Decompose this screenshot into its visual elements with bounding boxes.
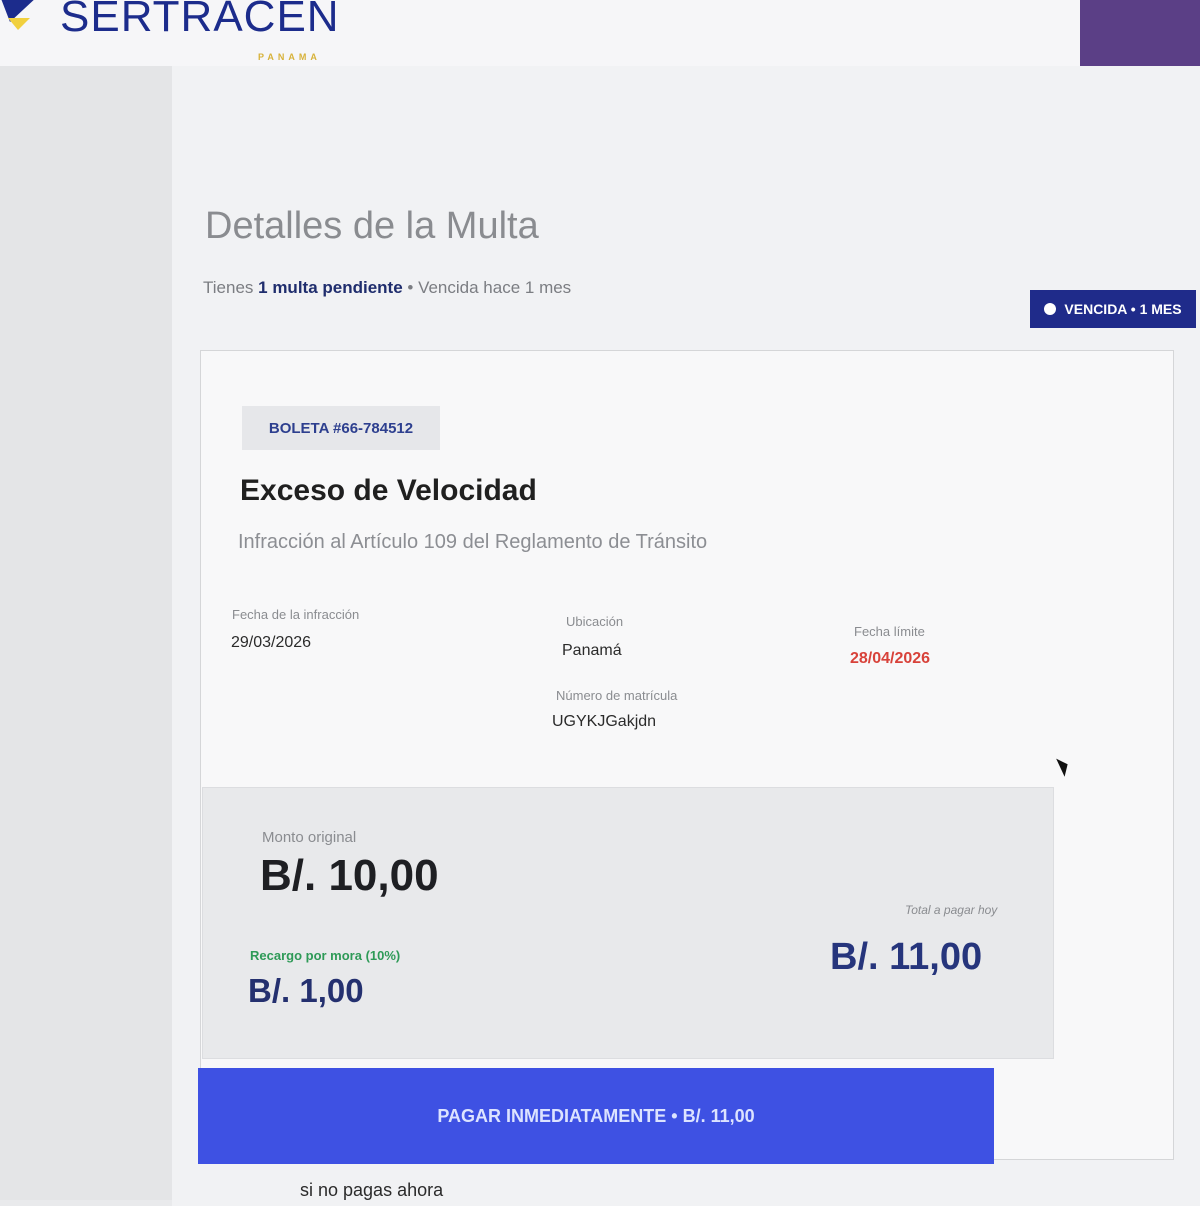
plate-value: UGYKJGakjdn bbox=[552, 713, 657, 730]
total-label: Total a pagar hoy bbox=[905, 903, 998, 917]
summary-suffix: • Vencida hace 1 mes bbox=[407, 278, 572, 297]
brand-name: SERTRACEN bbox=[60, 0, 340, 41]
plate-label: Número de matrícula bbox=[556, 688, 678, 703]
brand-subtitle: PANAMA bbox=[258, 52, 321, 62]
surcharge-value: B/. 1,00 bbox=[248, 972, 364, 1009]
page-title: Detalles de la Multa bbox=[205, 205, 539, 247]
violation-description: Infracción al Artículo 109 del Reglament… bbox=[238, 531, 708, 553]
surcharge-label: Recargo por mora (10%) bbox=[250, 948, 401, 963]
location-label: Ubicación bbox=[566, 614, 624, 629]
status-text: VENCIDA • 1 MES bbox=[1064, 301, 1182, 317]
location-value: Panamá bbox=[562, 642, 622, 659]
logo-icon bbox=[1, 0, 34, 30]
ticket-number-badge: BOLETA #66-784512 bbox=[242, 406, 440, 450]
infraction-date-value: 29/03/2026 bbox=[231, 634, 312, 651]
footer-note: si no pagas ahora bbox=[300, 1180, 444, 1200]
deadline-label: Fecha límite bbox=[854, 624, 925, 639]
fine-summary: Tienes 1 multa pendiente • Vencida hace … bbox=[203, 278, 571, 298]
pending-count: 1 multa pendiente bbox=[258, 278, 403, 297]
status-dot-icon bbox=[1044, 303, 1057, 315]
infraction-date-label: Fecha de la infracción bbox=[232, 607, 360, 622]
original-amount-value: B/. 10,00 bbox=[260, 851, 439, 900]
original-amount-label: Monto original bbox=[262, 829, 357, 846]
summary-prefix: Tienes bbox=[203, 278, 254, 297]
pay-now-button[interactable]: PAGAR INMEDIATAMENTE • B/. 11,00 bbox=[198, 1068, 994, 1164]
deadline-value: 28/04/2026 bbox=[850, 650, 931, 667]
pay-now-label: PAGAR INMEDIATAMENTE • B/. 11,00 bbox=[437, 1105, 755, 1126]
brand-logo[interactable]: SERTRACEN PANAMA bbox=[0, 0, 380, 70]
status-badge: VENCIDA • 1 MES bbox=[1030, 290, 1196, 328]
total-value: B/. 11,00 bbox=[830, 936, 983, 978]
violation-title: Exceso de Velocidad bbox=[240, 474, 537, 507]
top-header: SERTRACEN PANAMA bbox=[0, 0, 1200, 110]
left-sidebar bbox=[0, 66, 172, 1200]
amount-summary-box bbox=[202, 787, 1054, 1059]
